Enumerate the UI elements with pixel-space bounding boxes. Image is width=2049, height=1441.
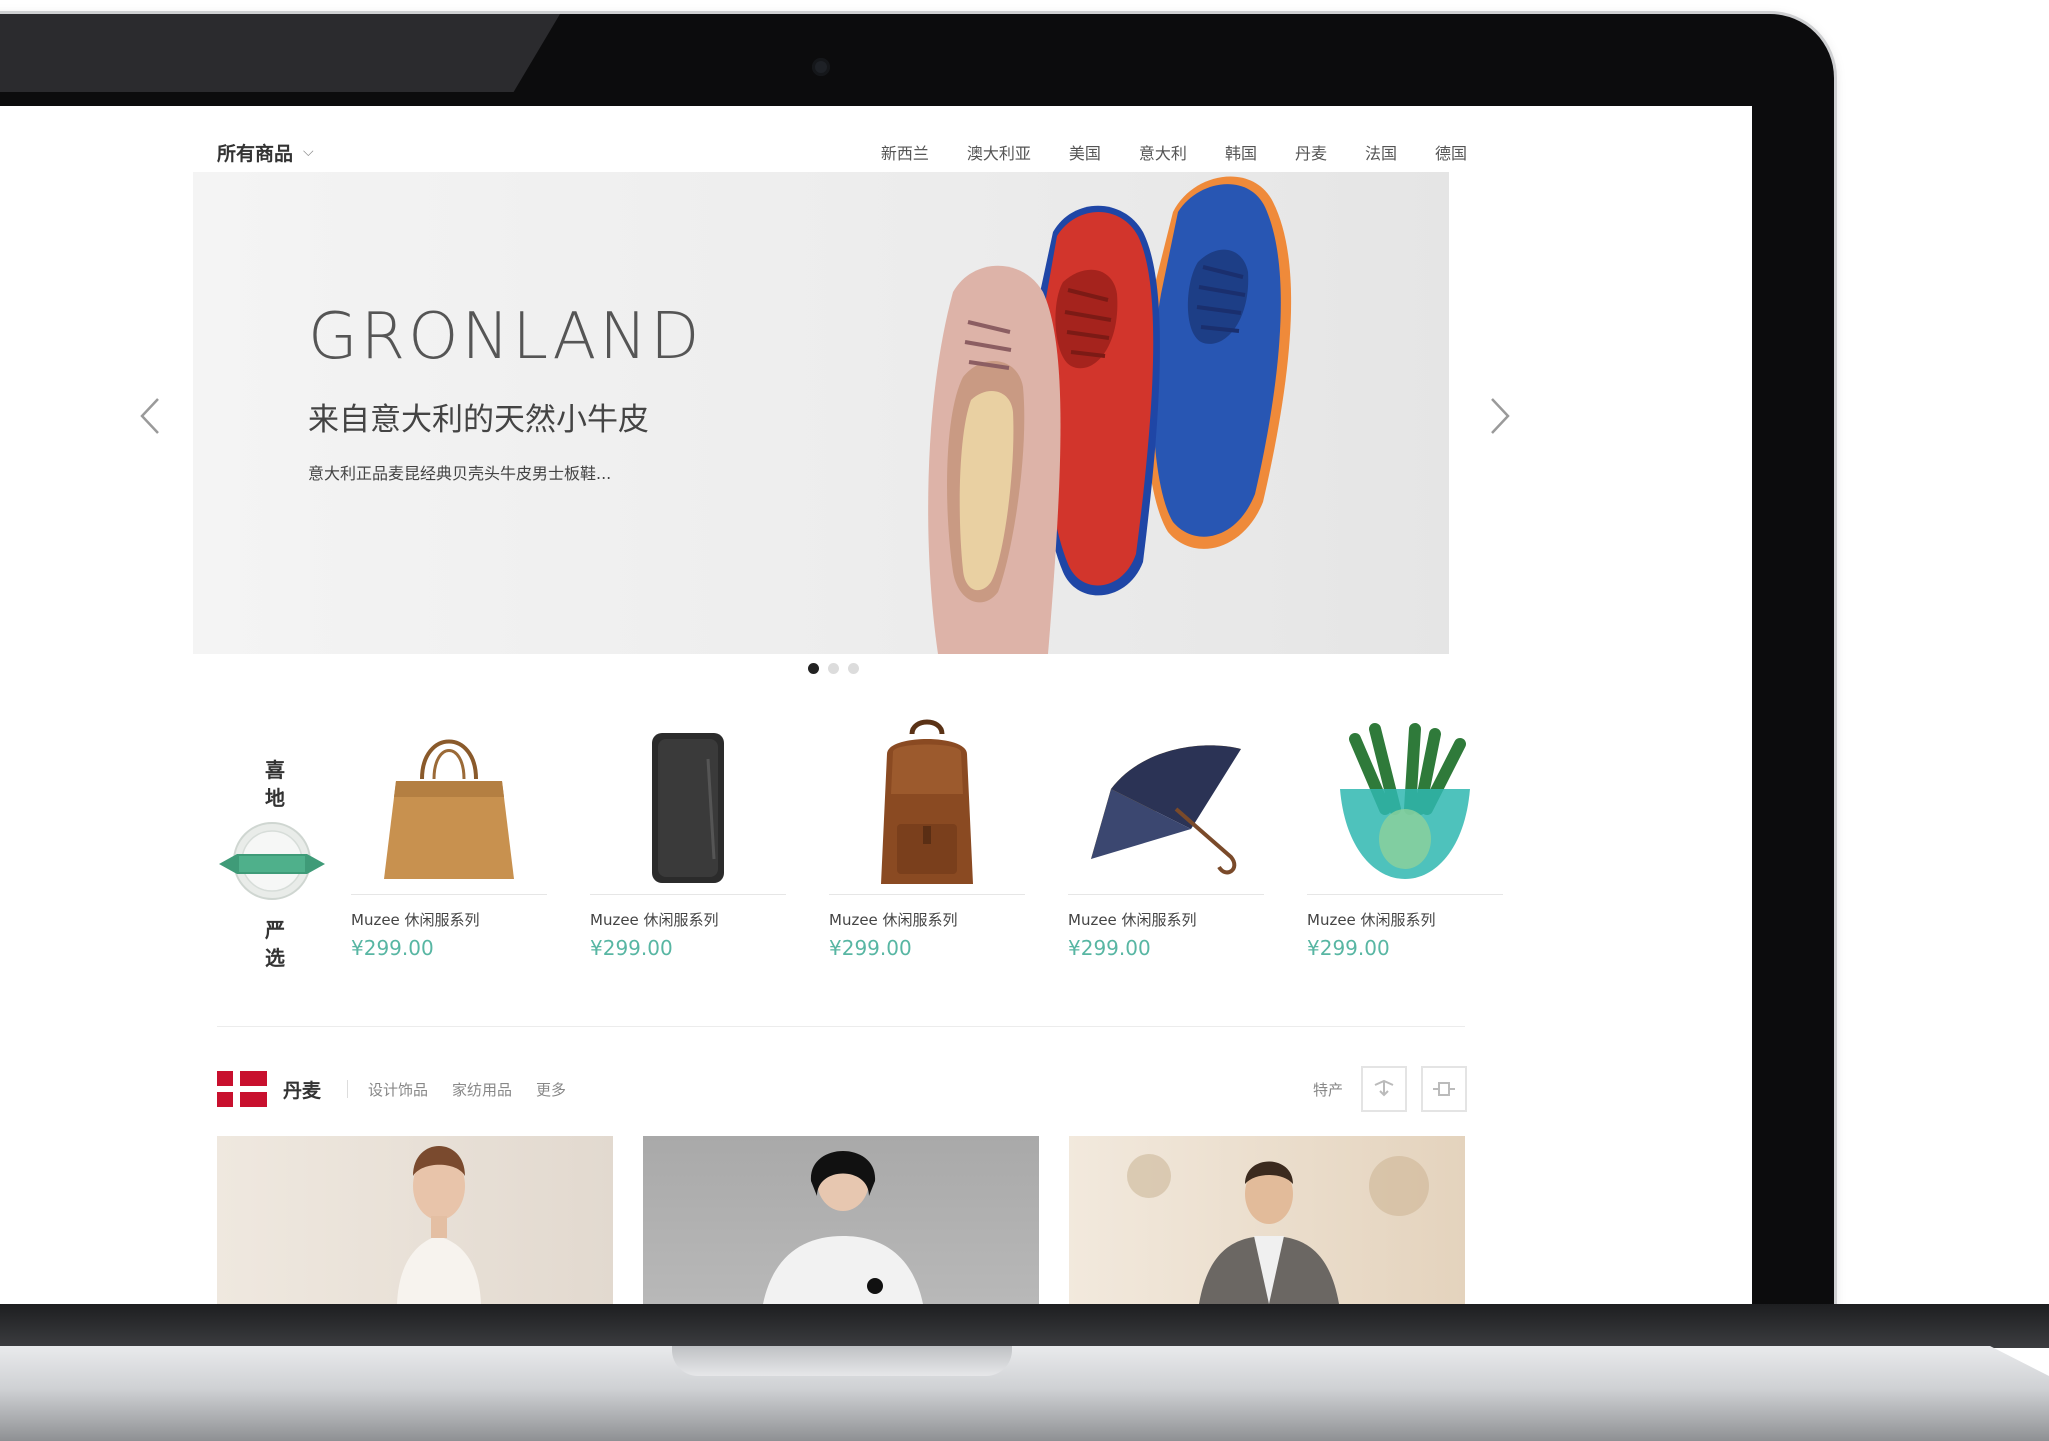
section-divider [217, 1026, 1465, 1027]
product-card[interactable]: Muzee 休闲服系列 ¥299.00 [1068, 714, 1264, 960]
hero-banner[interactable]: GRONLAND 来自意大利的天然小牛皮 意大利正品麦昆经典贝壳头牛皮男士板鞋.… [193, 172, 1449, 654]
best-quality-badge-icon [219, 822, 325, 900]
glass-bowl-icon [1340, 723, 1470, 879]
model-man-image [1127, 1154, 1429, 1304]
product-image [590, 714, 786, 894]
laptop-bezel: 所有商品 ⌵ 新西兰 澳大利亚 美国 意大利 韩国 丹麦 法国 德国 GRONL… [0, 14, 1834, 1349]
chevron-down-icon: ⌵ [303, 144, 314, 160]
country-nav: 新西兰 澳大利亚 美国 意大利 韩国 丹麦 法国 德国 [881, 140, 1467, 164]
product-name: Muzee 休闲服系列 [1068, 911, 1197, 929]
carousel-next-button[interactable] [1480, 386, 1520, 446]
all-products-label: 所有商品 [217, 142, 294, 165]
backpack-icon [881, 719, 973, 884]
hero-description: 意大利正品麦昆经典贝壳头牛皮男士板鞋... [308, 464, 612, 483]
product-card[interactable]: Muzee 休闲服系列 ¥299.00 [590, 714, 786, 960]
product-image [829, 714, 1025, 894]
arrow-left-icon [1374, 1079, 1394, 1097]
nav-country-usa[interactable]: 美国 [1069, 140, 1101, 164]
country-product-tiles [217, 1136, 1465, 1304]
nav-country-germany[interactable]: 德国 [1435, 140, 1467, 164]
blue-shoe-shape [1144, 176, 1292, 549]
product-image [1307, 714, 1503, 894]
product-price: ¥299.00 [351, 936, 434, 960]
nav-country-denmark[interactable]: 丹麦 [1295, 140, 1327, 164]
nav-country-korea[interactable]: 韩国 [1225, 140, 1257, 164]
label-char: 严 [265, 918, 285, 942]
label-char: 喜 [265, 758, 285, 782]
product-card[interactable]: Muzee 休闲服系列 ¥299.00 [351, 714, 547, 960]
section-title: 丹麦 [283, 1079, 322, 1102]
carousel-dot-3[interactable] [848, 663, 859, 674]
product-image [1068, 714, 1264, 894]
product-name: Muzee 休闲服系列 [590, 911, 719, 929]
section-special-label: 特产 [1312, 1080, 1343, 1099]
curated-picks-label: 喜 地 严 选 [217, 754, 327, 970]
nav-country-france[interactable]: 法国 [1365, 140, 1397, 164]
product-divider [829, 894, 1025, 895]
laptop-hinge [0, 1304, 2049, 1348]
tote-bag-icon [384, 739, 514, 879]
product-price: ¥299.00 [1307, 936, 1390, 960]
arrow-right-icon [1433, 1082, 1455, 1096]
product-name: Muzee 休闲服系列 [829, 911, 958, 929]
chevron-right-icon [1491, 398, 1510, 434]
curated-picks-section: 喜 地 严 选 Muzee 休闲服系列 ¥299.00 Muzee 休闲服系列 … [217, 714, 1503, 974]
carousel-dot-2[interactable] [828, 663, 839, 674]
product-price: ¥299.00 [829, 936, 912, 960]
section-separator [347, 1080, 349, 1098]
umbrella-icon [1091, 745, 1241, 875]
model-woman-image [397, 1146, 481, 1304]
browser-viewport: 所有商品 ⌵ 新西兰 澳大利亚 美国 意大利 韩国 丹麦 法国 德国 GRONL… [0, 106, 1752, 1304]
pink-shoe-shape [928, 265, 1061, 654]
carousel-dot-1[interactable] [808, 663, 819, 674]
phone-case-icon [652, 733, 724, 883]
denmark-flag-icon [217, 1071, 267, 1107]
chevron-left-icon [140, 398, 159, 434]
carousel-indicators [808, 663, 859, 674]
product-name: Muzee 休闲服系列 [1307, 911, 1436, 929]
section-link-design[interactable]: 设计饰品 [368, 1079, 428, 1100]
label-char: 选 [265, 946, 285, 970]
product-name: Muzee 休闲服系列 [351, 911, 480, 929]
product-divider [1307, 894, 1503, 895]
hero-title: GRONLAND [308, 300, 703, 374]
section-link-home-textiles[interactable]: 家纺用品 [452, 1079, 512, 1100]
shoes-image [928, 176, 1292, 654]
product-divider [1068, 894, 1264, 895]
laptop-base [0, 1346, 2049, 1441]
section-link-more[interactable]: 更多 [536, 1079, 566, 1100]
product-price: ¥299.00 [1068, 936, 1151, 960]
label-char: 地 [265, 786, 285, 810]
product-divider [351, 894, 547, 895]
product-image [351, 714, 547, 894]
product-tile[interactable] [643, 1136, 1039, 1304]
section-controls: 特产 [1313, 1066, 1467, 1112]
nav-country-italy[interactable]: 意大利 [1139, 140, 1187, 164]
carousel-prev-button[interactable] [130, 386, 170, 446]
top-navigation: 所有商品 ⌵ 新西兰 澳大利亚 美国 意大利 韩国 丹麦 法国 德国 [217, 132, 1467, 172]
nav-country-new-zealand[interactable]: 新西兰 [881, 140, 929, 164]
product-price: ¥299.00 [590, 936, 673, 960]
section-prev-button[interactable] [1361, 1066, 1407, 1112]
bezel-reflection [0, 14, 560, 92]
product-divider [590, 894, 786, 895]
webcam-icon [812, 58, 830, 76]
product-card[interactable]: Muzee 休闲服系列 ¥299.00 [829, 714, 1025, 960]
product-tile[interactable] [1069, 1136, 1465, 1304]
hero-subtitle: 来自意大利的天然小牛皮 [308, 402, 649, 438]
country-section-header: 丹麦 设计饰品 家纺用品 更多 特产 [217, 1064, 1467, 1114]
model-bob-hair-image [763, 1151, 923, 1304]
section-next-button[interactable] [1421, 1066, 1467, 1112]
nav-country-australia[interactable]: 澳大利亚 [967, 140, 1031, 164]
laptop-open-notch [672, 1346, 1012, 1376]
product-tile[interactable] [217, 1136, 613, 1304]
product-card[interactable]: Muzee 休闲服系列 ¥299.00 [1307, 714, 1503, 960]
all-products-dropdown[interactable]: 所有商品 ⌵ [217, 139, 314, 166]
product-list: Muzee 休闲服系列 ¥299.00 Muzee 休闲服系列 ¥299.00 [351, 714, 1503, 960]
